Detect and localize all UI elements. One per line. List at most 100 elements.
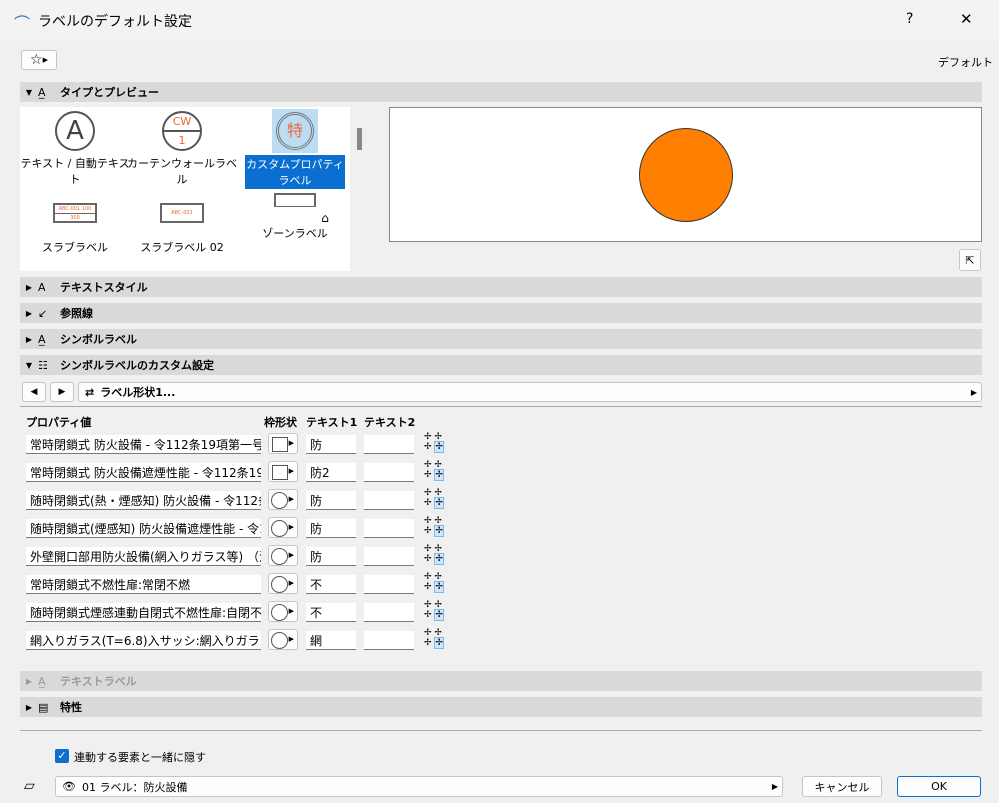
property-value-field[interactable]: 常時閉鎖式不燃性扉:常閉不燃 bbox=[26, 575, 261, 594]
column-header: テキスト2 bbox=[364, 416, 416, 429]
property-value-field[interactable]: 網入りガラス(T=6.8)入サッシ:網入りガラス入サッシ bbox=[26, 631, 261, 650]
text2-field[interactable] bbox=[364, 463, 414, 482]
column-header: テキスト1 bbox=[306, 416, 358, 429]
text2-field[interactable] bbox=[364, 547, 414, 566]
preview-icon: ⇱ bbox=[965, 253, 975, 267]
text1-field[interactable]: 不 bbox=[306, 603, 356, 622]
label-type-custom-property[interactable]: 特 カスタムプロパティラベル bbox=[240, 109, 350, 189]
property-value-field[interactable]: 外壁開口部用防火設備(網入りガラス等) （法第 bbox=[26, 547, 261, 566]
section-text-label: ▶ A̲ テキストラベル bbox=[20, 671, 982, 691]
icon-text: 300 bbox=[55, 213, 95, 222]
label-type-text[interactable]: A テキスト / 自動テキスト bbox=[20, 111, 130, 187]
label-type-zone[interactable]: ⌂ ゾーンラベル bbox=[240, 193, 350, 241]
frame-shape-picker[interactable]: ▶ bbox=[268, 517, 298, 538]
section-title: テキストラベル bbox=[60, 675, 137, 688]
cancel-button[interactable]: キャンセル bbox=[802, 776, 882, 797]
label-type-name: カスタムプロパティラベル bbox=[245, 155, 345, 189]
text1-field[interactable]: 防 bbox=[306, 435, 356, 454]
section-symbol-custom[interactable]: ▼ ☷ シンボルラベルのカスタム設定 bbox=[20, 355, 982, 375]
frame-shape-picker[interactable]: ▶ bbox=[268, 545, 298, 566]
slab-label-02-icon: ABC-001 bbox=[160, 203, 204, 223]
preview-shape bbox=[639, 128, 733, 222]
section-symbol-label[interactable]: ▶ A̲ シンボルラベル bbox=[20, 329, 982, 349]
text2-field[interactable] bbox=[364, 631, 414, 650]
label-type-slab[interactable]: ABC-001 100 300 スラブラベル bbox=[20, 203, 130, 255]
alignment-anchor-picker[interactable]: ✢ ✢ ✢ ✢ bbox=[424, 460, 448, 481]
text1-field[interactable]: 防 bbox=[306, 491, 356, 510]
favorites-label: デフォルト bbox=[938, 56, 993, 69]
custom-settings-icon: ☷ bbox=[38, 358, 48, 372]
text1-field[interactable]: 防 bbox=[306, 519, 356, 538]
alignment-anchor-picker[interactable]: ✢ ✢ ✢ ✢ bbox=[424, 544, 448, 565]
preview-options-button[interactable]: ⇱ bbox=[959, 249, 981, 271]
section-type-preview[interactable]: ▼ A̲ タイプとプレビュー bbox=[20, 82, 982, 102]
frame-shape-picker[interactable]: ▶ bbox=[268, 489, 298, 510]
ok-button[interactable]: OK bbox=[897, 776, 981, 797]
label-type-name: スラブラベル 02 bbox=[140, 241, 224, 254]
text2-field[interactable] bbox=[364, 519, 414, 538]
alignment-anchor-picker[interactable]: ✢ ✢ ✢ ✢ bbox=[424, 572, 448, 593]
section-title: タイプとプレビュー bbox=[60, 86, 159, 99]
eye-icon: 👁 bbox=[62, 780, 76, 793]
dropdown-value: ラベル形状1... bbox=[100, 386, 176, 399]
label-type-curtainwall[interactable]: CW 1 カーテンウォールラベル bbox=[127, 111, 237, 187]
frame-shape-picker[interactable]: ▶ bbox=[268, 461, 298, 482]
section-title: 特性 bbox=[60, 701, 82, 714]
column-header: 枠形状 bbox=[264, 416, 297, 429]
app-icon: ⌒ bbox=[14, 14, 31, 33]
text2-field[interactable] bbox=[364, 603, 414, 622]
frame-shape-picker[interactable]: ▶ bbox=[268, 629, 298, 650]
label-type-list[interactable]: A テキスト / 自動テキスト CW 1 カーテンウォールラベル 特 カスタムプロ… bbox=[20, 107, 350, 271]
frame-shape-picker[interactable]: ▶ bbox=[268, 573, 298, 594]
alignment-anchor-picker[interactable]: ✢ ✢ ✢ ✢ bbox=[424, 488, 448, 509]
frame-shape-picker[interactable]: ▶ bbox=[268, 601, 298, 622]
zone-icon: ⌂ bbox=[321, 211, 329, 225]
symbol-label-icon: A̲ bbox=[38, 332, 46, 346]
custom-property-icon: 特 bbox=[276, 112, 314, 150]
column-header: プロパティ値 bbox=[26, 416, 92, 429]
text1-field[interactable]: 網 bbox=[306, 631, 356, 650]
label-type-name: ゾーンラベル bbox=[262, 227, 328, 240]
hide-with-element-checkbox[interactable]: ✓ bbox=[55, 749, 69, 763]
text1-field[interactable]: 不 bbox=[306, 575, 356, 594]
frame-shape-picker[interactable]: ▶ bbox=[268, 433, 298, 454]
layer-icon: ▱ bbox=[24, 778, 35, 794]
text2-field[interactable] bbox=[364, 435, 414, 454]
section-title: シンボルラベル bbox=[60, 333, 137, 346]
section-properties[interactable]: ▶ ▤ 特性 bbox=[20, 697, 982, 717]
alignment-anchor-picker[interactable]: ✢ ✢ ✢ ✢ bbox=[424, 628, 448, 649]
alignment-anchor-picker[interactable]: ✢ ✢ ✢ ✢ bbox=[424, 432, 448, 453]
divider bbox=[20, 406, 982, 407]
label-icon: A̲ bbox=[38, 85, 46, 99]
property-value-field[interactable]: 随時閉鎖式煙感連動自閉式不燃性扉:自閉不燃 bbox=[26, 603, 261, 622]
slab-label-icon: ABC-001 100 300 bbox=[53, 203, 97, 223]
help-button[interactable]: ? bbox=[906, 11, 913, 27]
layer-dropdown[interactable]: 👁 01 ラベル：防火設備 ▶ bbox=[55, 776, 783, 797]
property-value-field[interactable]: 常時閉鎖式 防火設備遮煙性能 - 令112条19項 bbox=[26, 463, 261, 482]
icon-text: 1 bbox=[164, 130, 200, 149]
section-text-style[interactable]: ▶ A テキストスタイル bbox=[20, 277, 982, 297]
label-type-slab-02[interactable]: ABC-001 スラブラベル 02 bbox=[127, 203, 237, 255]
label-type-name: スラブラベル bbox=[42, 241, 108, 254]
window-title: ラベルのデフォルト設定 bbox=[38, 14, 192, 30]
alignment-anchor-picker[interactable]: ✢ ✢ ✢ ✢ bbox=[424, 516, 448, 537]
list-scrollbar[interactable] bbox=[357, 128, 362, 150]
alignment-anchor-picker[interactable]: ✢ ✢ ✢ ✢ bbox=[424, 600, 448, 621]
text-label-icon: A̲ bbox=[38, 674, 46, 688]
section-leader[interactable]: ▶ ↙ 参照線 bbox=[20, 303, 982, 323]
next-shape-button[interactable]: ▶ bbox=[50, 382, 74, 402]
property-value-field[interactable]: 常時閉鎖式 防火設備 - 令112条19項第一号: bbox=[26, 435, 261, 454]
label-shape-dropdown[interactable]: ⇄ ラベル形状1... ▶ bbox=[78, 382, 982, 402]
section-title: テキストスタイル bbox=[60, 281, 148, 294]
zone-label-icon bbox=[274, 193, 316, 207]
favorites-button[interactable]: ☆ ▶ bbox=[21, 50, 57, 70]
text2-field[interactable] bbox=[364, 575, 414, 594]
property-value-field[interactable]: 随時閉鎖式(煙感知) 防火設備遮煙性能 - 令1 bbox=[26, 519, 261, 538]
close-button[interactable]: ✕ bbox=[960, 10, 973, 28]
text1-field[interactable]: 防 bbox=[306, 547, 356, 566]
text1-field[interactable]: 防2 bbox=[306, 463, 356, 482]
prev-shape-button[interactable]: ◀ bbox=[22, 382, 46, 402]
text2-field[interactable] bbox=[364, 491, 414, 510]
property-value-field[interactable]: 随時閉鎖式(熱・煙感知) 防火設備 - 令112条: bbox=[26, 491, 261, 510]
dropdown-value: 01 ラベル：防火設備 bbox=[81, 780, 188, 794]
